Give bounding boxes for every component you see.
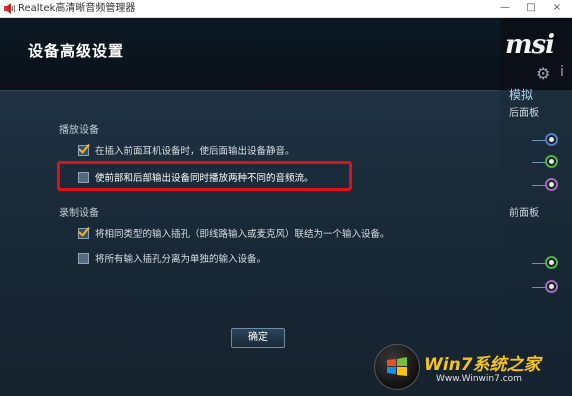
option-separate-input-jacks[interactable]: 将所有输入插孔分离为单独的输入设备。 <box>78 251 266 265</box>
jack-connector-line <box>532 185 546 186</box>
title-bar: Realtek高清晰音频管理器 — □ × <box>0 0 572 18</box>
maximize-button[interactable]: □ <box>518 0 544 18</box>
option-label: 使前部和后部输出设备同时播放两种不同的音频流。 <box>95 173 314 184</box>
front-jack-green[interactable] <box>545 256 558 269</box>
windows-flag-icon <box>387 357 407 376</box>
option-label: 将所有输入插孔分离为单独的输入设备。 <box>95 254 267 265</box>
checkbox-unchecked[interactable] <box>78 252 89 264</box>
checkbox-checked[interactable] <box>78 227 89 239</box>
minimize-button[interactable]: — <box>492 0 518 18</box>
option-tie-input-jacks[interactable]: 将相同类型的输入插孔（即线路输入或麦克风）联结为一个输入设备。 <box>78 226 390 240</box>
speaker-app-icon <box>4 3 15 14</box>
option-dual-stream-playback[interactable]: 使前部和后部输出设备同时播放两种不同的音频流。 <box>78 170 314 184</box>
gear-icon[interactable]: ⚙ <box>536 64 550 83</box>
rear-jack-pink[interactable] <box>545 178 558 191</box>
watermark-text: Win7系统之家 <box>424 355 541 375</box>
checkbox-checked[interactable] <box>78 144 89 156</box>
page-title: 设备高级设置 <box>28 42 125 60</box>
jack-connector-line <box>532 263 546 264</box>
app-window: Realtek高清晰音频管理器 — □ × 设备高级设置 播放设备 在插入前面耳… <box>0 0 572 396</box>
checkbox-unchecked[interactable] <box>78 171 89 183</box>
jack-connector-line <box>532 287 546 288</box>
recording-section-label: 录制设备 <box>59 208 99 219</box>
window-title: Realtek高清晰音频管理器 <box>18 3 136 14</box>
option-mute-rear-on-front-headphone[interactable]: 在插入前面耳机设备时，使后面输出设备静音。 <box>78 143 295 157</box>
rear-panel-label: 后面板 <box>509 108 539 119</box>
analog-tab[interactable]: 模拟 <box>509 86 533 103</box>
rear-jack-blue[interactable] <box>545 133 558 146</box>
playback-section-label: 播放设备 <box>59 125 99 136</box>
watermark-url: Www.Winwin7.com <box>436 374 522 384</box>
jack-connector-line <box>532 162 546 163</box>
msi-logo: msi <box>505 30 555 60</box>
rear-jack-green[interactable] <box>545 155 558 168</box>
jack-connector-line <box>532 140 546 141</box>
close-button[interactable]: × <box>544 0 570 18</box>
front-jack-pink[interactable] <box>545 280 558 293</box>
option-label: 在插入前面耳机设备时，使后面输出设备静音。 <box>95 146 295 157</box>
info-icon[interactable]: ⅰ <box>560 64 564 80</box>
front-panel-label: 前面板 <box>509 208 539 219</box>
ok-button[interactable]: 确定 <box>231 328 285 348</box>
option-label: 将相同类型的输入插孔（即线路输入或麦克风）联结为一个输入设备。 <box>95 229 390 240</box>
